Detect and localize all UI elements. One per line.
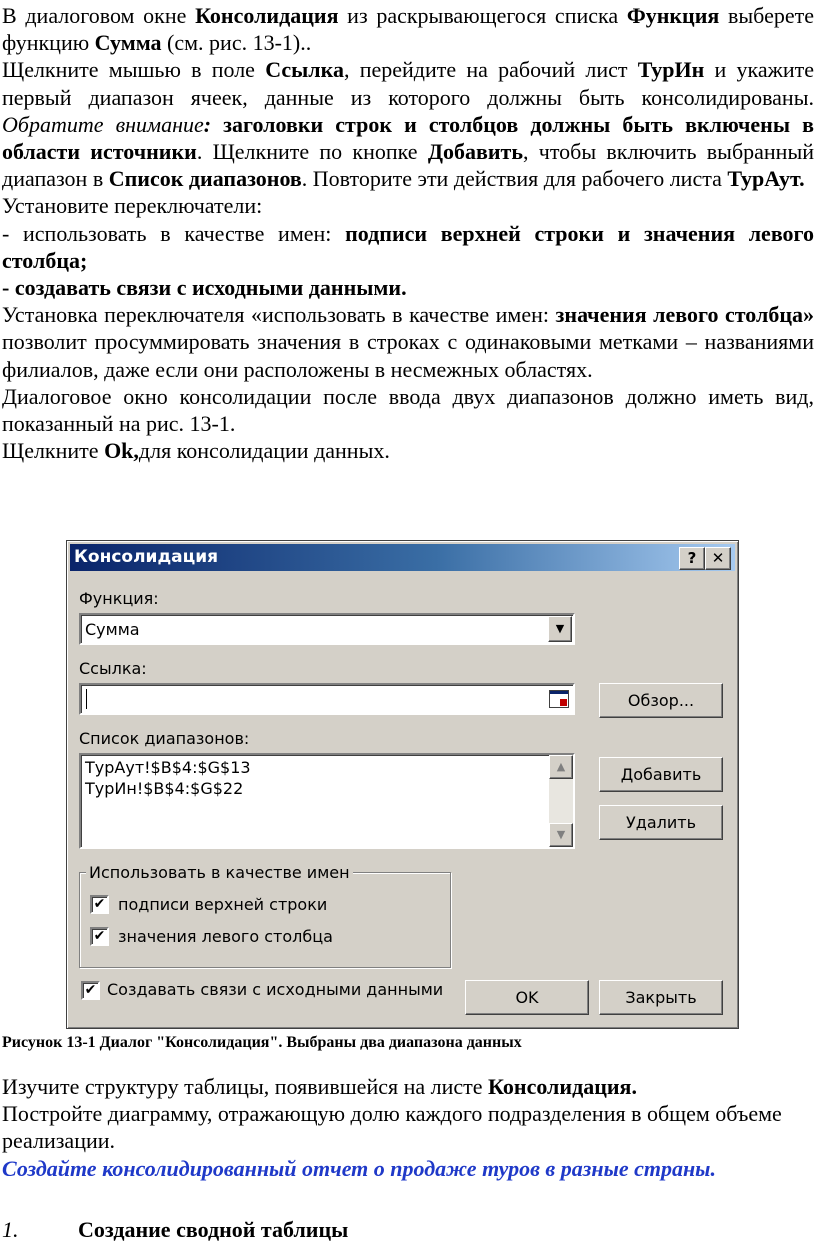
ok-button[interactable]: OK bbox=[465, 980, 589, 1015]
dialog-title: Консолидация bbox=[74, 547, 219, 567]
paragraph-4: - использовать в качестве имен: подписи … bbox=[2, 220, 814, 273]
function-value: Сумма bbox=[85, 620, 140, 639]
section-title: Создание сводной таблицы bbox=[78, 1217, 349, 1242]
paragraph-8: Щелкните Ok,для консолидации данных. bbox=[2, 438, 390, 464]
consolidation-dialog: Консолидация ? ✕ Функция: Сумма ▼ Ссылка… bbox=[66, 540, 739, 1029]
intro-text: В диалоговом окне Консолидация из раскры… bbox=[2, 2, 814, 464]
after-text: Изучите структуру таблицы, появившейся н… bbox=[2, 1073, 814, 1182]
scroll-up-icon[interactable]: ▲ bbox=[549, 755, 573, 779]
function-label: Функция: bbox=[79, 589, 159, 608]
paragraph-5: - создавать связи с исходными данными. bbox=[2, 275, 407, 301]
create-links-label: Создавать связи с исходными данными bbox=[107, 980, 444, 999]
collapse-dialog-icon[interactable] bbox=[549, 690, 569, 708]
create-links-checkbox[interactable]: ✔ bbox=[81, 981, 100, 1000]
range-list-item[interactable]: ТурАут!$B$4:$G$13 bbox=[85, 758, 251, 777]
function-select[interactable]: Сумма ▼ bbox=[79, 613, 575, 645]
range-list-item[interactable]: ТурИн!$B$4:$G$22 bbox=[85, 779, 243, 798]
paragraph-after-1: Изучите структуру таблицы, появившейся н… bbox=[2, 1074, 637, 1099]
left-column-checkbox[interactable]: ✔ bbox=[90, 927, 109, 946]
dialog-titlebar: Консолидация ? ✕ bbox=[70, 544, 735, 571]
scroll-down-icon[interactable]: ▼ bbox=[549, 823, 573, 847]
top-row-label: подписи верхней строки bbox=[118, 895, 328, 914]
paragraph-7: Диалоговое окно консолидации после ввода… bbox=[2, 383, 814, 437]
paragraph-2: Щелкните мышью в поле Ссылка, перейдите … bbox=[2, 57, 815, 192]
figure-caption: Рисунок 13-1 Диалог "Консолидация". Выбр… bbox=[2, 1034, 522, 1051]
close-icon[interactable]: ✕ bbox=[705, 547, 731, 570]
chevron-down-icon[interactable]: ▼ bbox=[548, 616, 572, 642]
range-list-scrollbar[interactable]: ▲ ▼ bbox=[549, 755, 573, 847]
section-number: 1. bbox=[2, 1217, 19, 1242]
reference-input[interactable] bbox=[79, 683, 575, 715]
task-heading: Создайте консолидированный отчет о прода… bbox=[2, 1155, 716, 1181]
use-labels-group: Использовать в качестве имен ✔ подписи в… bbox=[79, 863, 451, 968]
range-list-label: Список диапазонов: bbox=[79, 729, 250, 748]
text-cursor bbox=[86, 689, 87, 709]
left-column-label: значения левого столбца bbox=[118, 927, 333, 946]
top-row-checkbox[interactable]: ✔ bbox=[90, 895, 109, 914]
help-button[interactable]: ? bbox=[679, 547, 705, 570]
add-button[interactable]: Добавить bbox=[599, 757, 723, 792]
delete-button[interactable]: Удалить bbox=[599, 805, 723, 840]
paragraph-6: Установка переключателя «использовать в … bbox=[2, 302, 815, 382]
browse-button[interactable]: Обзор... bbox=[599, 683, 723, 718]
section-heading: 1. Создание сводной таблицы bbox=[2, 1216, 348, 1243]
paragraph-after-2: Постройте диаграмму, отражающую долю каж… bbox=[2, 1101, 782, 1154]
range-list[interactable]: ТурАут!$B$4:$G$13 ТурИн!$B$4:$G$22 ▲ ▼ bbox=[79, 753, 575, 849]
paragraph-3: Установите переключатели: bbox=[2, 193, 263, 219]
reference-label: Ссылка: bbox=[79, 659, 147, 678]
close-button[interactable]: Закрыть bbox=[599, 980, 723, 1015]
use-labels-group-label: Использовать в качестве имен bbox=[86, 863, 353, 882]
paragraph-1: В диалоговом окне Консолидация из раскры… bbox=[2, 3, 814, 56]
